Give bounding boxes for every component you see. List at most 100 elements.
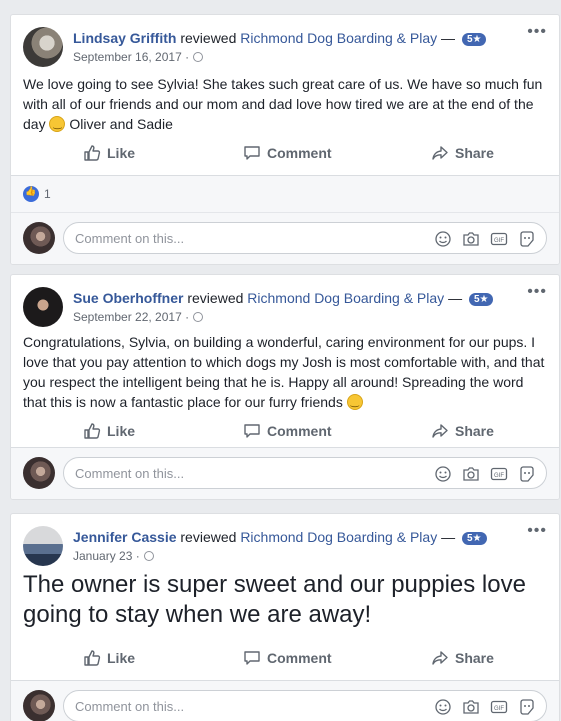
comment-placeholder: Comment on this... bbox=[75, 466, 185, 481]
gif-icon[interactable]: GIF bbox=[490, 230, 508, 248]
sticker-icon[interactable] bbox=[518, 465, 536, 483]
author-name[interactable]: Sue Oberhoffner bbox=[73, 290, 183, 306]
separator: — bbox=[441, 30, 456, 46]
share-arrow-icon bbox=[432, 651, 448, 665]
comment-label: Comment bbox=[267, 423, 332, 439]
page-name[interactable]: Richmond Dog Boarding & Play bbox=[240, 30, 437, 46]
globe-icon bbox=[193, 312, 204, 322]
post-actions: Like Comment Share bbox=[23, 139, 547, 167]
emoji-icon[interactable] bbox=[434, 465, 452, 483]
rating-badge: 5★ bbox=[468, 293, 494, 306]
page-name[interactable]: Richmond Dog Boarding & Play bbox=[240, 529, 437, 545]
separator: — bbox=[441, 529, 456, 545]
comment-placeholder: Comment on this... bbox=[75, 231, 185, 246]
page-name[interactable]: Richmond Dog Boarding & Play bbox=[247, 290, 444, 306]
emoji-icon[interactable] bbox=[434, 230, 452, 248]
post-text-signature: Oliver and Sadie bbox=[65, 116, 173, 132]
post-date[interactable]: January 23 · bbox=[73, 549, 140, 563]
author-name[interactable]: Jennifer Cassie bbox=[73, 529, 177, 545]
avatar[interactable] bbox=[23, 690, 55, 721]
more-icon[interactable]: ••• bbox=[527, 23, 547, 41]
post-date[interactable]: September 22, 2017 · bbox=[73, 310, 189, 324]
svg-text:GIF: GIF bbox=[494, 706, 504, 712]
share-arrow-icon bbox=[432, 146, 448, 160]
like-reaction-icon bbox=[23, 186, 39, 202]
review-post: Sue Oberhoffner reviewed Richmond Dog Bo… bbox=[10, 274, 560, 500]
post-headline: Lindsay Griffith reviewed Richmond Dog B… bbox=[73, 30, 487, 46]
post-headline: Sue Oberhoffner reviewed Richmond Dog Bo… bbox=[73, 290, 494, 306]
emoji-icon[interactable] bbox=[434, 698, 452, 716]
like-label: Like bbox=[107, 423, 136, 439]
post-text: The owner is super sweet and our puppies… bbox=[23, 571, 526, 628]
post-meta: January 23 · bbox=[73, 549, 154, 563]
avatar[interactable] bbox=[23, 27, 63, 67]
post-text: Congratulations, Sylvia, on building a w… bbox=[23, 332, 547, 413]
comment-input[interactable]: Comment on this... GIF bbox=[63, 457, 547, 489]
comment-button[interactable]: Comment bbox=[243, 139, 332, 167]
avatar[interactable] bbox=[23, 287, 63, 327]
share-button[interactable]: Share bbox=[431, 139, 494, 167]
like-button[interactable]: Like bbox=[83, 417, 135, 445]
post-meta: September 16, 2017 · bbox=[73, 50, 204, 64]
thumbs-up-icon bbox=[84, 145, 101, 161]
gif-icon[interactable]: GIF bbox=[490, 465, 508, 483]
share-button[interactable]: Share bbox=[431, 644, 494, 672]
comment-label: Comment bbox=[267, 650, 332, 666]
comment-input[interactable]: Comment on this... GIF bbox=[63, 222, 547, 254]
post-header: Lindsay Griffith reviewed Richmond Dog B… bbox=[23, 23, 547, 67]
post-text: We love going to see Sylvia! She takes s… bbox=[23, 74, 547, 135]
comment-composer: Comment on this... GIF bbox=[11, 212, 559, 264]
more-icon[interactable]: ••• bbox=[527, 283, 547, 301]
post-meta: September 22, 2017 · bbox=[73, 310, 204, 324]
comment-composer: Comment on this... GIF bbox=[11, 447, 559, 499]
svg-text:GIF: GIF bbox=[494, 473, 504, 479]
share-label: Share bbox=[455, 145, 494, 161]
comment-bubble-icon bbox=[244, 424, 260, 438]
sticker-icon[interactable] bbox=[518, 230, 536, 248]
like-button[interactable]: Like bbox=[83, 644, 135, 672]
post-actions: Like Comment Share bbox=[23, 417, 547, 445]
thumbs-up-icon bbox=[84, 423, 101, 439]
action-text: reviewed bbox=[180, 30, 237, 46]
globe-icon bbox=[193, 52, 204, 62]
thumbs-up-icon bbox=[84, 650, 101, 666]
review-post: Lindsay Griffith reviewed Richmond Dog B… bbox=[10, 14, 560, 265]
post-text-main: Congratulations, Sylvia, on building a w… bbox=[23, 334, 545, 410]
camera-icon[interactable] bbox=[462, 465, 480, 483]
rating-badge: 5★ bbox=[461, 532, 487, 545]
globe-icon bbox=[143, 551, 154, 561]
share-label: Share bbox=[455, 423, 494, 439]
reactions-bar[interactable]: 1 bbox=[11, 175, 559, 212]
like-button[interactable]: Like bbox=[83, 139, 135, 167]
comment-bubble-icon bbox=[244, 146, 260, 160]
share-label: Share bbox=[455, 650, 494, 666]
post-header: Sue Oberhoffner reviewed Richmond Dog Bo… bbox=[23, 283, 547, 327]
smile-emoji-icon bbox=[49, 115, 66, 135]
like-count[interactable]: 1 bbox=[44, 187, 51, 201]
author-name[interactable]: Lindsay Griffith bbox=[73, 30, 176, 46]
post-date[interactable]: September 16, 2017 · bbox=[73, 50, 189, 64]
rating-badge: 5★ bbox=[461, 33, 487, 46]
gif-icon[interactable]: GIF bbox=[490, 698, 508, 716]
camera-icon[interactable] bbox=[462, 698, 480, 716]
avatar[interactable] bbox=[23, 222, 55, 254]
like-label: Like bbox=[107, 145, 136, 161]
svg-text:GIF: GIF bbox=[494, 238, 504, 244]
like-label: Like bbox=[107, 650, 136, 666]
camera-icon[interactable] bbox=[462, 230, 480, 248]
sticker-icon[interactable] bbox=[518, 698, 536, 716]
comment-input[interactable]: Comment on this... GIF bbox=[63, 690, 547, 721]
action-text: reviewed bbox=[180, 529, 237, 545]
separator: — bbox=[448, 290, 463, 306]
avatar[interactable] bbox=[23, 526, 63, 566]
smile-emoji-icon bbox=[346, 393, 363, 413]
avatar[interactable] bbox=[23, 457, 55, 489]
comment-bubble-icon bbox=[244, 651, 260, 665]
comment-button[interactable]: Comment bbox=[243, 644, 332, 672]
comment-label: Comment bbox=[267, 145, 332, 161]
comment-button[interactable]: Comment bbox=[243, 417, 332, 445]
more-icon[interactable]: ••• bbox=[527, 522, 547, 540]
review-post: Jennifer Cassie reviewed Richmond Dog Bo… bbox=[10, 513, 560, 721]
comment-placeholder: Comment on this... bbox=[75, 699, 185, 714]
share-button[interactable]: Share bbox=[431, 417, 494, 445]
